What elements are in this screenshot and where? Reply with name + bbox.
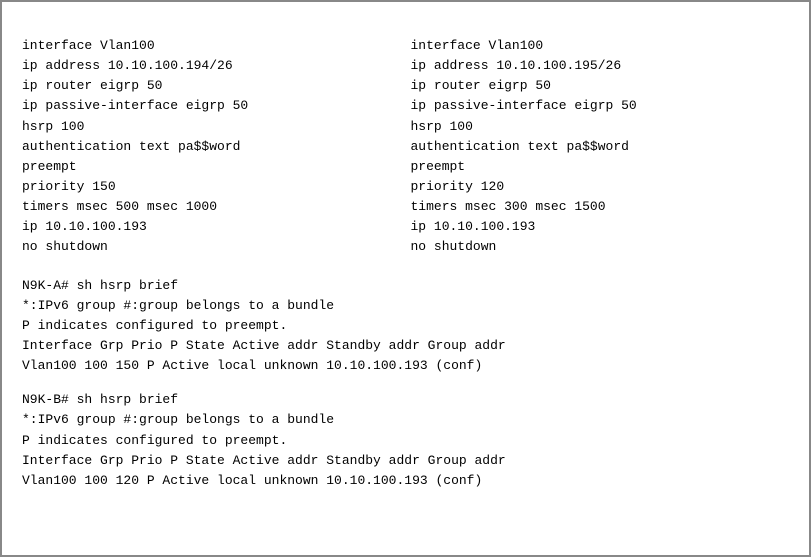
hsrp-a-line2: P indicates configured to preempt. <box>22 316 789 336</box>
hsrp-a-line1: *:IPv6 group #:group belongs to a bundle <box>22 296 789 316</box>
right-line-1: interface Vlan100 ip address 10.10.100.1… <box>411 38 637 254</box>
right-config-block: interface Vlan100 ip address 10.10.100.1… <box>411 36 790 258</box>
hsrp-a-row: Vlan100 100 150 P Active local unknown 1… <box>22 356 789 376</box>
hsrp-b-prompt: N9K-B# sh hsrp brief <box>22 390 789 410</box>
hsrp-a-header: Interface Grp Prio P State Active addr S… <box>22 336 789 356</box>
hsrp-a-prompt: N9K-A# sh hsrp brief <box>22 276 789 296</box>
hsrp-b-line1: *:IPv6 group #:group belongs to a bundle <box>22 410 789 430</box>
hsrp-b-row: Vlan100 100 120 P Active local unknown 1… <box>22 471 789 491</box>
hsrp-b-line2: P indicates configured to preempt. <box>22 431 789 451</box>
left-config-block: interface Vlan100 ip address 10.10.100.1… <box>22 36 401 258</box>
main-window: N9K-A N9K-B interface Vlan100 ip address… <box>0 0 811 557</box>
left-line-1: interface Vlan100 ip address 10.10.100.1… <box>22 38 248 254</box>
hsrp-b-section: N9K-B# sh hsrp brief *:IPv6 group #:grou… <box>22 390 789 491</box>
hsrp-a-section: N9K-A# sh hsrp brief *:IPv6 group #:grou… <box>22 276 789 377</box>
hsrp-b-header: Interface Grp Prio P State Active addr S… <box>22 451 789 471</box>
